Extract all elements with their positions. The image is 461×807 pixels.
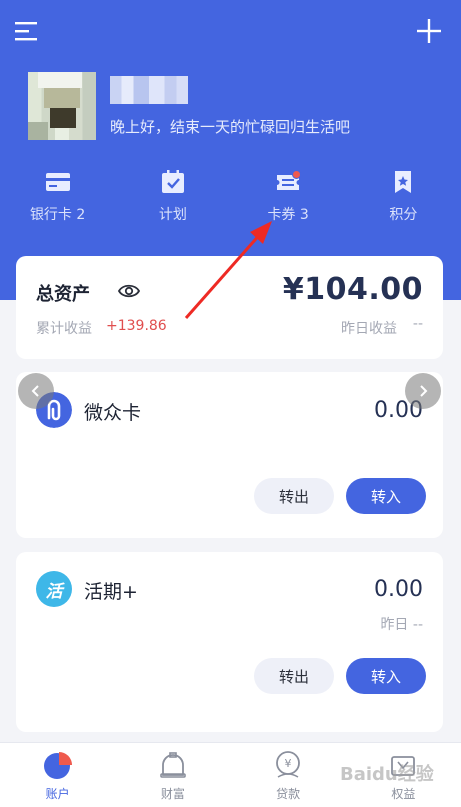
tab-label: 财富 [160, 787, 185, 801]
baidu-watermark: Baidu经验 [340, 764, 434, 785]
tab-account[interactable]: 账户 [0, 743, 115, 807]
svg-text:¥: ¥ [285, 757, 292, 770]
loan-icon: ¥ [276, 751, 301, 778]
annotation-arrow [184, 221, 272, 319]
tab-label: 权益 [391, 787, 416, 801]
account-pie-icon [43, 752, 72, 779]
tab-wealth[interactable]: 财富 [115, 743, 230, 807]
wealth-icon [160, 752, 186, 778]
tab-label: 账户 [45, 787, 70, 801]
tab-label: 贷款 [276, 787, 301, 801]
tab-loan[interactable]: ¥ 贷款 [231, 743, 346, 807]
